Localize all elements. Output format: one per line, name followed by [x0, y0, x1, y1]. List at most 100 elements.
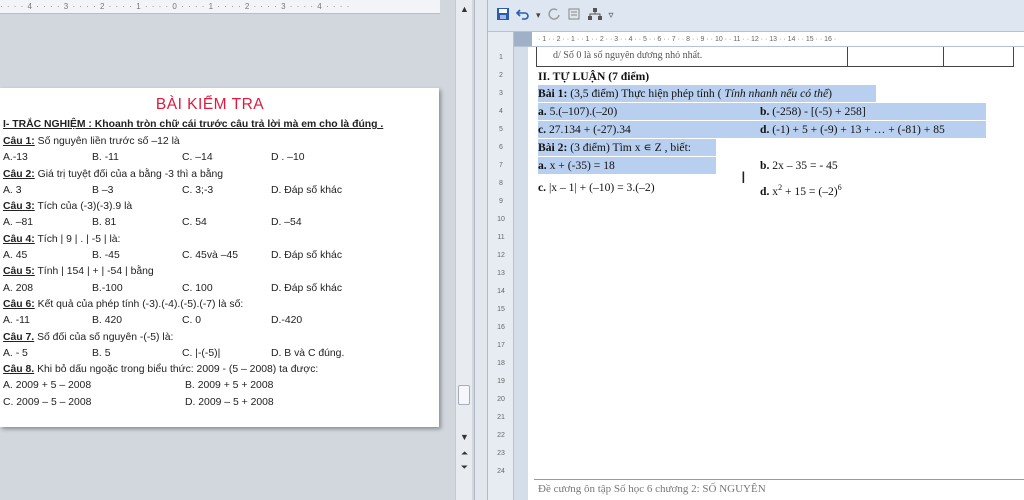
bai2-label: Bài 2:: [538, 141, 568, 154]
scroll-thumb[interactable]: [458, 385, 470, 405]
vertical-ruler-tick: 2: [499, 72, 503, 79]
bai2-d-base: x: [769, 184, 779, 198]
undo-icon[interactable]: [515, 7, 530, 24]
vertical-ruler-tick: 15: [497, 306, 505, 313]
question-label: Câu 2:: [3, 168, 35, 180]
table-cell-text: d/ Số 0 là số nguyên dương nhỏ nhất.: [553, 50, 703, 61]
vertical-ruler-tick: 19: [497, 378, 505, 385]
left-vertical-scrollbar[interactable]: ▲ ▼ ⏶ ⏷: [455, 0, 472, 500]
bai2-c-label: c.: [538, 181, 547, 194]
question-1: Câu 1: Số nguyên liền trước số –12 là: [3, 134, 439, 150]
vertical-ruler-tick: 24: [497, 468, 505, 475]
answer-option: D. B và C đúng.: [271, 347, 345, 359]
vertical-ruler-tick: 4: [499, 108, 503, 115]
bai2-a-label: a.: [538, 159, 547, 172]
format-icon[interactable]: [567, 7, 581, 24]
answer-option: A. –81: [3, 217, 34, 229]
previous-page-icon[interactable]: ⏶: [456, 448, 473, 459]
bai2-d-exponent-2: 6: [837, 183, 842, 192]
table-cell-border: [943, 47, 944, 67]
bai2-row1-right: b. 2x – 35 = - 45: [760, 157, 838, 174]
bai1-b: (-258) - [(-5) + 258]: [769, 105, 866, 118]
question-options: A. -11 B. 420 C. 0 D.-420: [3, 313, 439, 329]
answer-option: B.-100: [92, 282, 123, 294]
answer-option: C. 54: [182, 217, 207, 229]
next-page-icon[interactable]: ⏷: [456, 462, 473, 473]
bai1-c-label: c.: [538, 123, 547, 136]
bai2-a: x + (-35) = 18: [546, 159, 615, 172]
vertical-ruler-tick: 7: [499, 162, 503, 169]
vertical-ruler-tick: 14: [497, 288, 505, 295]
section-heading-text: I- TRẮC NGHIỆM : Khoanh tròn chữ cái trư…: [3, 119, 384, 130]
q8-option-c: C. 2009 – 5 – 2008: [3, 396, 92, 408]
question-options: A. 208 B.-100 C. 100 D. Đáp số khác: [3, 281, 439, 297]
bai1-heading: Bài 1: (3,5 điểm) Thực hiện phép tính ( …: [538, 85, 876, 102]
question-6: Câu 6: Kết quả của phép tính (-3).(-4).(…: [3, 297, 439, 313]
vertical-ruler-tick: 22: [497, 432, 505, 439]
question-text: Tích của (-3)(-3).9 là: [34, 201, 133, 213]
left-document-pane: · · · · 4 · · · · 3 · · · · 2 · · · · 1 …: [0, 0, 474, 500]
horizontal-ruler-marks: · 1 · · 2 · · 1 · · 1 · · 2 · · 3 · · 4 …: [538, 36, 837, 43]
answer-option: D. Đáp số khác: [271, 250, 343, 262]
question-text: Giá trị tuyệt đối của a bằng -3 thì a bằ…: [34, 168, 224, 180]
answer-option: B. -45: [92, 250, 120, 262]
bai1-close: ): [828, 87, 832, 100]
part-heading: II. TỰ LUẬN (7 điểm): [538, 70, 650, 83]
vertical-ruler-tick: 18: [497, 360, 505, 367]
customize-icon[interactable]: ▿: [609, 10, 614, 21]
page-footer: Đề cương ôn tập Số học 6 chương 2: SỐ NG…: [534, 479, 1024, 500]
bai1-b-cell: b. (-258) - [(-5) + 258]: [760, 103, 866, 120]
answer-option: B. -11: [92, 152, 119, 164]
vertical-ruler-tick: 9: [499, 198, 503, 205]
question-8-label: Câu 8.: [3, 364, 35, 376]
table-cell-border: [847, 47, 848, 67]
answer-option: C. –14: [182, 152, 213, 164]
bai1-a-label: a.: [538, 105, 547, 118]
vertical-ruler-tick: 8: [499, 180, 503, 187]
question-4: Câu 4: Tích | 9 | . | -5 | là:: [3, 232, 439, 248]
answer-option: B. 81: [92, 217, 117, 229]
bai2-b: 2x – 35 = - 45: [769, 159, 838, 172]
answer-option: A. - 5: [3, 347, 28, 359]
table-row: d/ Số 0 là số nguyên dương nhỏ nhất.: [536, 47, 1014, 67]
bai1-row2: c. 27.134 + (-27).34 d. (-1) + 5 + (-9) …: [538, 121, 986, 138]
window-splitter[interactable]: [474, 0, 488, 500]
question-label: Câu 3:: [3, 201, 35, 213]
answer-option: C. |-(-5)|: [182, 347, 221, 359]
q8-option-d: D. 2009 – 5 + 2008: [185, 396, 274, 408]
horizontal-ruler: · 1 · · 2 · · 1 · · 1 · · 2 · · 3 · · 4 …: [514, 32, 1024, 47]
vertical-ruler-tick: 16: [497, 324, 505, 331]
question-text: Số đối của số nguyên -(-5) là:: [34, 331, 174, 343]
answer-option: D. –54: [271, 217, 302, 229]
vertical-ruler-tick: 5: [499, 126, 503, 133]
undo-dropdown-icon[interactable]: ▾: [536, 10, 541, 21]
question-label: Câu 5:: [3, 266, 35, 278]
word-document-page[interactable]: d/ Số 0 là số nguyên dương nhỏ nhất. II.…: [528, 47, 1024, 500]
question-7: Câu 7. Số đối của số nguyên -(-5) là:: [3, 330, 439, 346]
ruler-margin: [514, 32, 532, 46]
scroll-up-icon[interactable]: ▲: [456, 4, 473, 14]
q8-option-a: A. 2009 + 5 – 2008: [3, 380, 92, 392]
question-2: Câu 2: Giá trị tuyệt đối của a bằng -3 t…: [3, 167, 439, 183]
bai1-text: (3,5 điểm) Thực hiện phép tính (: [567, 87, 722, 100]
redo-icon[interactable]: [547, 7, 561, 24]
question-label: Câu 4:: [3, 233, 35, 245]
answer-option: D.-420: [271, 315, 303, 327]
bai1-hint: Tính nhanh nếu có thể: [721, 87, 829, 100]
answer-option: A.-13: [3, 152, 28, 164]
vertical-ruler-tick: 13: [497, 270, 505, 277]
answer-option: C. 100: [182, 282, 213, 294]
answer-option: B. 420: [92, 315, 123, 327]
answer-option: C. 45và –45: [182, 250, 239, 262]
quiz-page[interactable]: BÀI KIỂM TRA I- TRẮC NGHIỆM : Khoanh trò…: [0, 88, 439, 427]
save-icon[interactable]: [496, 7, 510, 24]
vertical-ruler-tick: 23: [497, 450, 505, 457]
answer-option: A. 45: [3, 250, 28, 262]
vertical-ruler-tick: 6: [499, 144, 503, 151]
tree-icon[interactable]: [587, 7, 603, 24]
bai2-d-middle: + 15 = (–2): [782, 184, 838, 198]
question-list: Câu 1: Số nguyên liền trước số –12 là A.-…: [3, 134, 439, 362]
scroll-down-icon[interactable]: ▼: [456, 432, 473, 442]
question-text: Tích | 9 | . | -5 | là:: [34, 233, 121, 245]
question-text: Kết quả của phép tính (-3).(-4).(-5).(-7…: [34, 298, 244, 310]
